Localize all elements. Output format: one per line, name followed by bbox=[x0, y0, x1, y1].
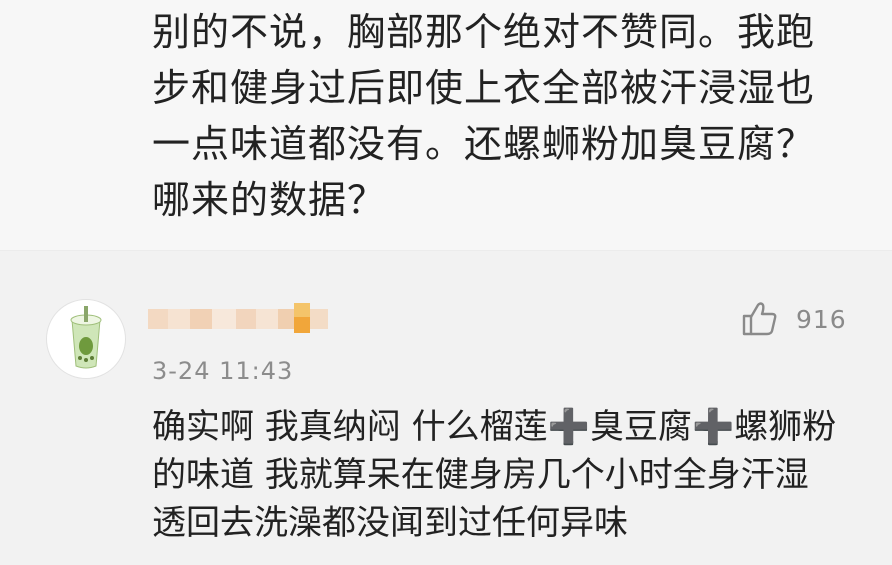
comment-line: 透回去洗澡都没闻到过任何异味 bbox=[152, 503, 628, 543]
quoted-line: 步和健身过后即使上衣全部被汗浸湿也 bbox=[152, 66, 816, 110]
quoted-post: 别的不说，胸部那个绝对不赞同。我跑 步和健身过后即使上衣全部被汗浸湿也 一点味道… bbox=[0, 0, 892, 251]
avatar[interactable] bbox=[46, 299, 126, 379]
like-count: 916 bbox=[796, 304, 847, 334]
comment-line: 的味道 我就算呆在健身房几个小时全身汗湿 bbox=[152, 455, 809, 495]
comment-text: 确实啊 我真纳闷 什么榴莲➕臭豆腐➕螺狮粉 的味道 我就算呆在健身房几个小时全身… bbox=[152, 403, 872, 547]
bubble-tea-icon bbox=[70, 306, 102, 369]
like-button[interactable]: 916 bbox=[740, 299, 847, 339]
comment-timestamp: 3-24 11:43 bbox=[152, 357, 294, 385]
quoted-line: 哪来的数据？ bbox=[152, 178, 387, 222]
comment-item: 3-24 11:43 916 确实啊 我真纳闷 什么榴莲➕臭豆腐➕螺狮粉 的味道… bbox=[0, 251, 892, 565]
thumbs-up-icon bbox=[742, 302, 777, 336]
username-redacted bbox=[148, 303, 330, 333]
quoted-line: 别的不说，胸部那个绝对不赞同。我跑 bbox=[152, 10, 816, 54]
quoted-line: 一点味道都没有。还螺蛳粉加臭豆腐？ bbox=[152, 122, 816, 166]
quoted-post-text: 别的不说，胸部那个绝对不赞同。我跑 步和健身过后即使上衣全部被汗浸湿也 一点味道… bbox=[152, 4, 852, 228]
comment-line: 确实啊 我真纳闷 什么榴莲➕臭豆腐➕螺狮粉 bbox=[152, 407, 837, 447]
